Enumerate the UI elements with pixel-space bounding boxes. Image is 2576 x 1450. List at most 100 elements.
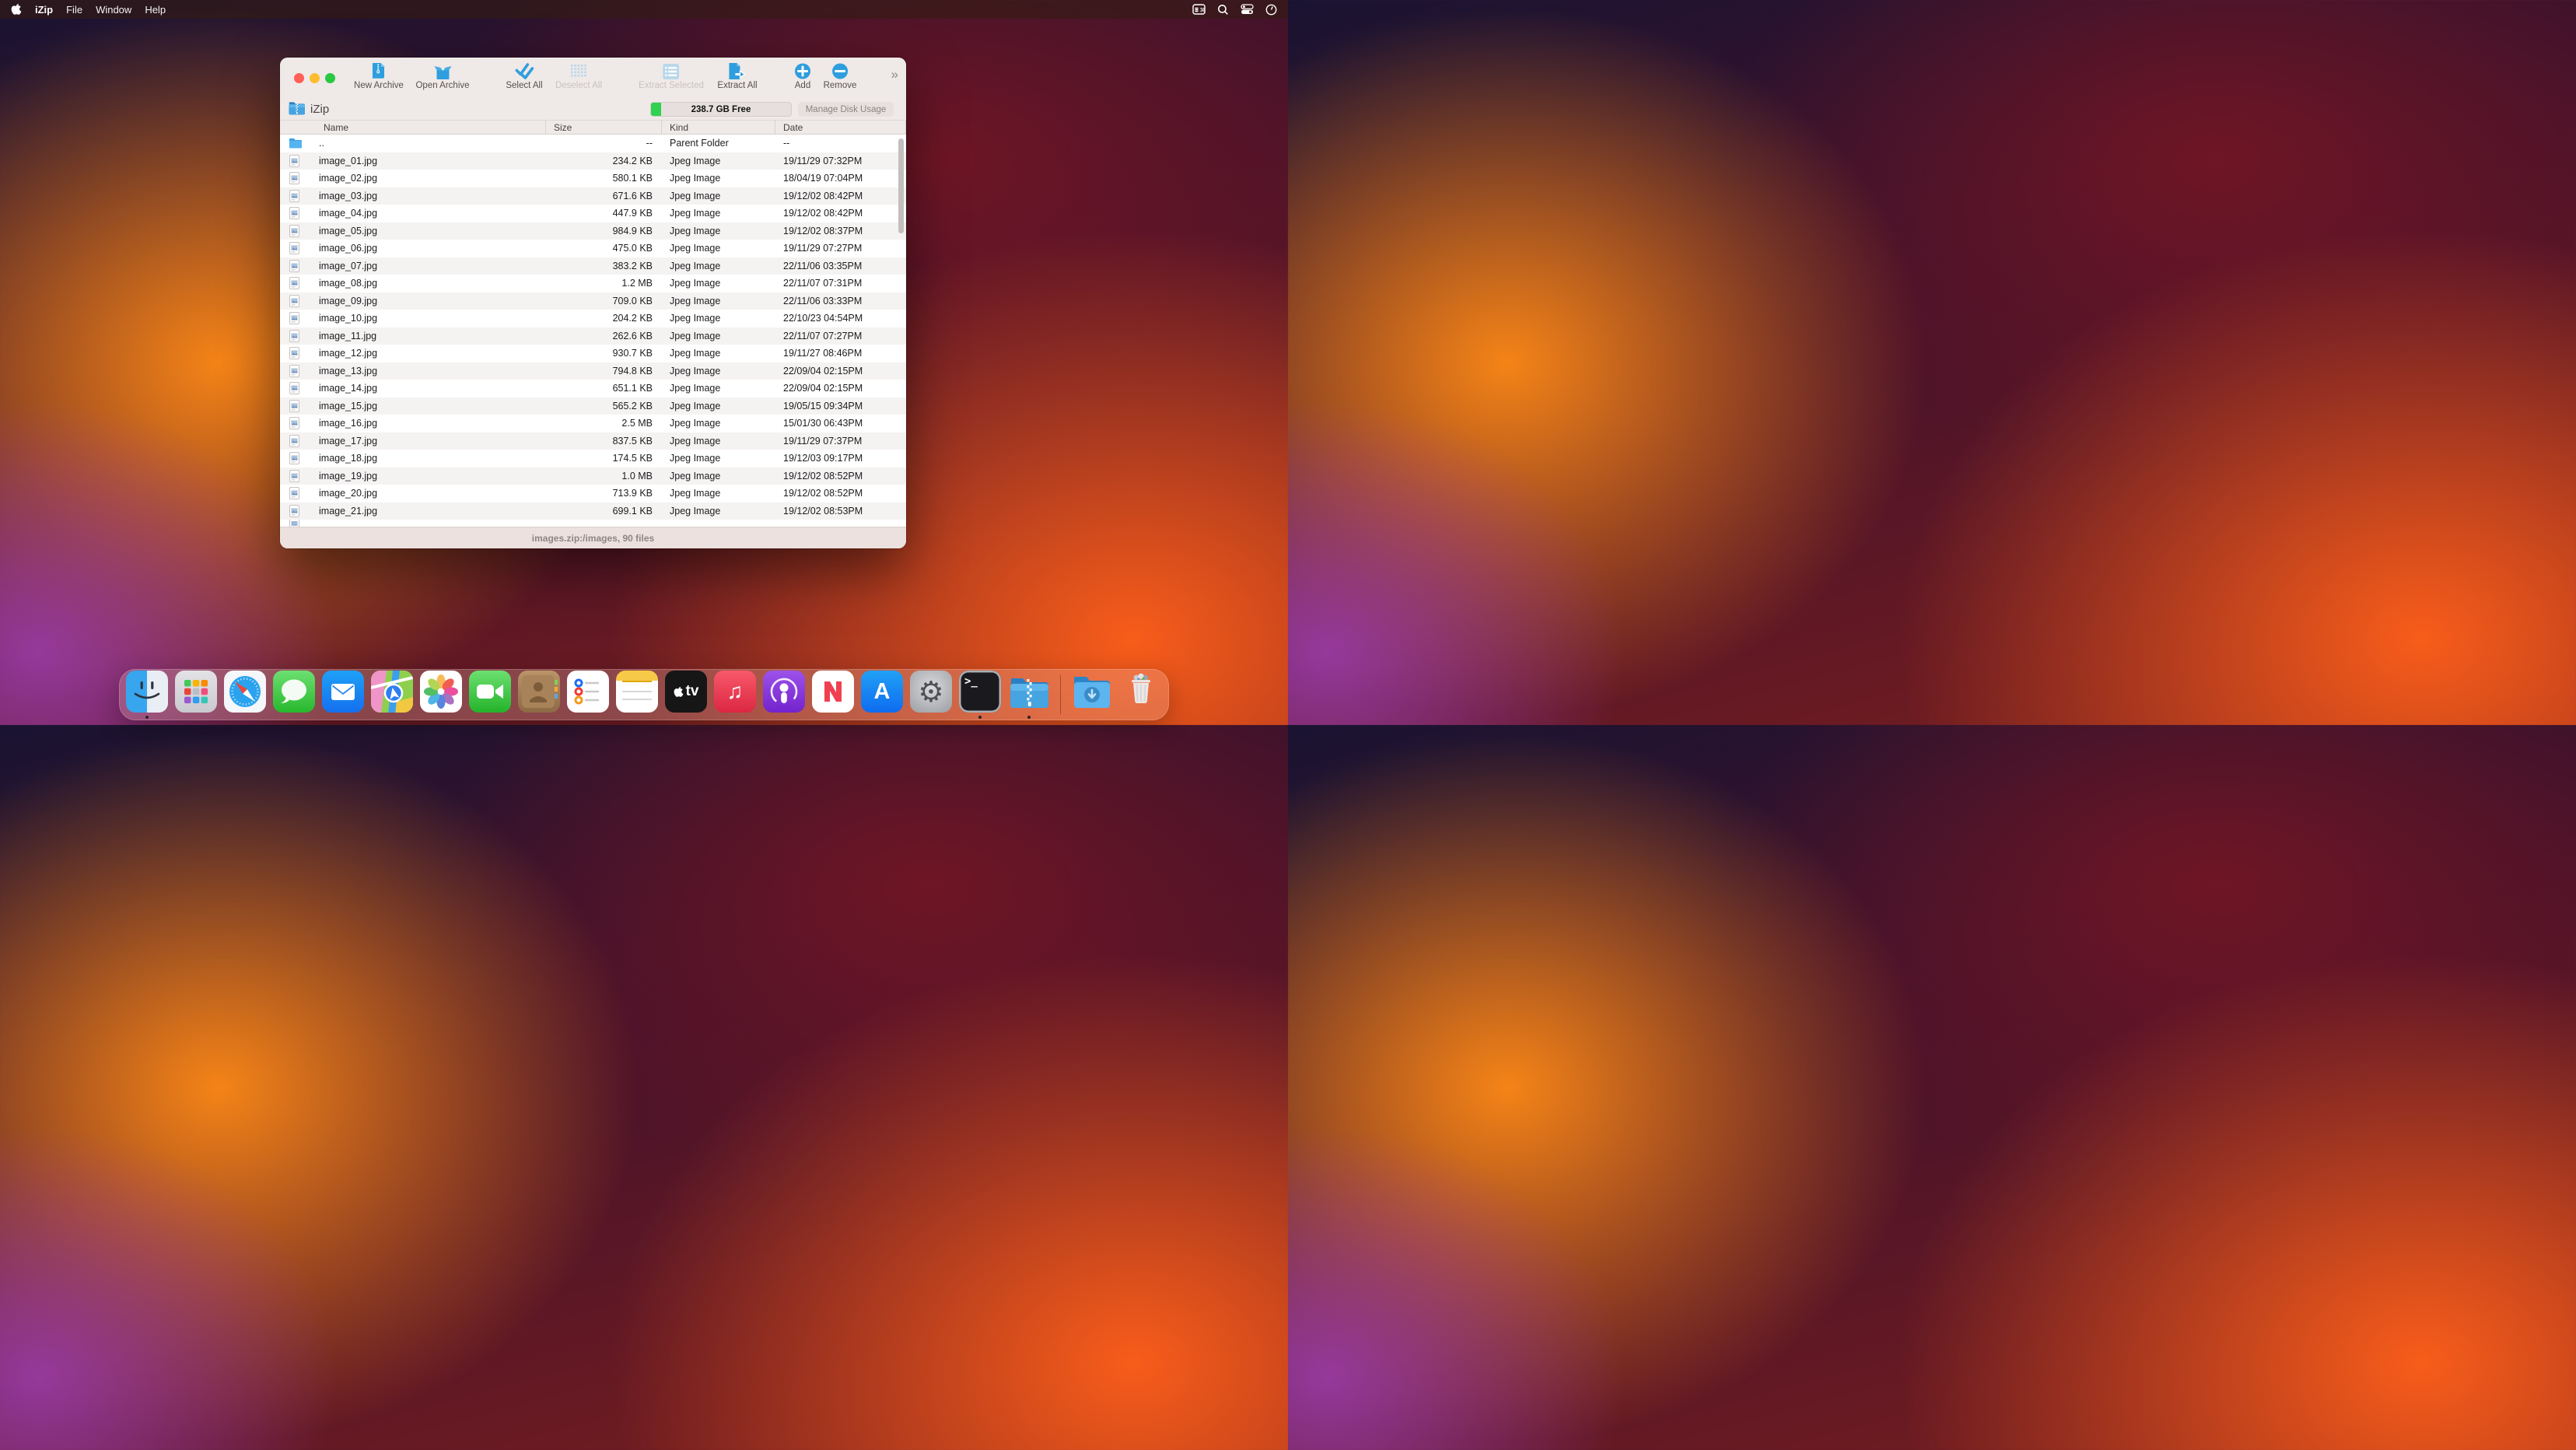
partial-clipped-row	[280, 520, 906, 527]
table-row[interactable]: image_19.jpg 1.0 MB Jpeg Image 19/12/02 …	[280, 468, 906, 485]
table-row[interactable]: image_04.jpg 447.9 KB Jpeg Image 19/12/0…	[280, 205, 906, 222]
dock-safari-icon[interactable]	[224, 671, 266, 713]
command-window-icon[interactable]: ⌘	[1192, 4, 1206, 15]
jpeg-file-icon	[289, 417, 302, 430]
deselect-all-button[interactable]: Deselect All	[555, 62, 602, 90]
clock-icon[interactable]	[1265, 4, 1277, 16]
jpeg-file-icon	[289, 329, 302, 342]
dock-photos-icon[interactable]	[420, 671, 462, 713]
vertical-scrollbar-thumb[interactable]	[898, 138, 904, 233]
cell-size: 2.5 MB	[546, 418, 662, 429]
table-row[interactable]: image_05.jpg 984.9 KB Jpeg Image 19/12/0…	[280, 222, 906, 240]
menu-window[interactable]: Window	[96, 4, 131, 16]
file-table-body: .. -- Parent Folder -- image_01.jpg 234.…	[280, 135, 906, 520]
control-center-icon[interactable]	[1241, 4, 1254, 15]
extract-selected-button[interactable]: Extract Selected	[639, 62, 704, 90]
open-archive-button[interactable]: Open Archive	[415, 62, 469, 90]
table-row[interactable]: image_02.jpg 580.1 KB Jpeg Image 18/04/1…	[280, 170, 906, 187]
file-name: image_09.jpg	[302, 296, 377, 306]
cell-date: 22/09/04 02:15PM	[775, 383, 906, 394]
dock-reminders-icon[interactable]	[567, 671, 609, 713]
dock-contacts-icon[interactable]	[518, 671, 560, 713]
jpeg-file-icon	[289, 207, 302, 220]
column-header-size[interactable]: Size	[546, 121, 662, 134]
izip-window: New Archive Open Archive Select All Dese…	[280, 58, 906, 548]
column-header-date[interactable]: Date	[775, 121, 906, 134]
menubar-app-name[interactable]: iZip	[35, 4, 53, 16]
cell-kind: Jpeg Image	[662, 191, 775, 201]
table-row[interactable]: image_16.jpg 2.5 MB Jpeg Image 15/01/30 …	[280, 415, 906, 433]
jpeg-file-icon	[289, 312, 302, 325]
cell-date: --	[775, 138, 906, 149]
table-row[interactable]: .. -- Parent Folder --	[280, 135, 906, 152]
table-row[interactable]: image_14.jpg 651.1 KB Jpeg Image 22/09/0…	[280, 380, 906, 398]
dock-mail-icon[interactable]	[322, 671, 364, 713]
dock-terminal-icon[interactable]: >_	[959, 671, 1001, 713]
dock-app-store-icon[interactable]: A	[861, 671, 903, 713]
add-label: Add	[795, 81, 810, 90]
table-row[interactable]: image_13.jpg 794.8 KB Jpeg Image 22/09/0…	[280, 362, 906, 380]
cell-date: 19/12/02 08:52PM	[775, 471, 906, 482]
cell-date: 19/12/02 08:37PM	[775, 226, 906, 236]
izip-app-icon	[288, 100, 306, 120]
table-row[interactable]: image_07.jpg 383.2 KB Jpeg Image 22/11/0…	[280, 257, 906, 275]
dock-music-icon[interactable]: ♫	[714, 671, 756, 713]
close-button[interactable]	[294, 73, 304, 83]
dock-notes-icon[interactable]	[616, 671, 658, 713]
jpeg-file-icon	[289, 364, 302, 377]
table-row[interactable]: image_15.jpg 565.2 KB Jpeg Image 19/05/1…	[280, 398, 906, 415]
dock-apple-tv-icon[interactable]: tv	[665, 671, 707, 713]
cell-name: image_16.jpg	[280, 417, 546, 430]
dock-trash-icon[interactable]	[1120, 671, 1162, 713]
file-name: image_02.jpg	[302, 173, 377, 184]
dock-finder-icon[interactable]	[126, 671, 168, 713]
table-row[interactable]: image_10.jpg 204.2 KB Jpeg Image 22/10/2…	[280, 310, 906, 327]
file-name: image_20.jpg	[302, 488, 377, 499]
new-archive-button[interactable]: New Archive	[354, 62, 404, 90]
table-row[interactable]: image_11.jpg 262.6 KB Jpeg Image 22/11/0…	[280, 327, 906, 345]
minimize-button[interactable]	[310, 73, 320, 83]
dock-izip-icon[interactable]	[1008, 671, 1050, 713]
table-row[interactable]: image_09.jpg 709.0 KB Jpeg Image 22/11/0…	[280, 292, 906, 310]
table-row[interactable]: image_21.jpg 699.1 KB Jpeg Image 19/12/0…	[280, 503, 906, 520]
cell-name: image_10.jpg	[280, 312, 546, 325]
dock-maps-icon[interactable]	[371, 671, 413, 713]
table-row[interactable]: image_20.jpg 713.9 KB Jpeg Image 19/12/0…	[280, 485, 906, 503]
dock-system-settings-icon[interactable]: ⚙	[910, 671, 952, 713]
dock-downloads-folder-icon[interactable]	[1071, 671, 1113, 713]
dock-podcasts-icon[interactable]	[763, 671, 805, 713]
select-all-button[interactable]: Select All	[506, 62, 542, 90]
cell-date: 19/11/29 07:27PM	[775, 243, 906, 254]
table-row[interactable]: image_08.jpg 1.2 MB Jpeg Image 22/11/07 …	[280, 275, 906, 292]
menu-help[interactable]: Help	[145, 4, 166, 16]
table-row[interactable]: image_06.jpg 475.0 KB Jpeg Image 19/11/2…	[280, 240, 906, 257]
svg-text:⌘: ⌘	[1200, 7, 1206, 14]
toolbar-overflow-chevron[interactable]: »	[891, 67, 898, 82]
dock-news-icon[interactable]	[812, 671, 854, 713]
table-row[interactable]: image_17.jpg 837.5 KB Jpeg Image 19/11/2…	[280, 433, 906, 450]
cell-name: image_13.jpg	[280, 364, 546, 377]
zoom-button[interactable]	[325, 73, 335, 83]
manage-disk-usage-button[interactable]: Manage Disk Usage	[798, 102, 894, 117]
dock-launchpad-icon[interactable]	[175, 671, 217, 713]
new-archive-label: New Archive	[354, 81, 404, 90]
menu-file[interactable]: File	[66, 4, 82, 16]
table-row[interactable]: image_01.jpg 234.2 KB Jpeg Image 19/11/2…	[280, 152, 906, 170]
table-row[interactable]: image_12.jpg 930.7 KB Jpeg Image 19/11/2…	[280, 345, 906, 362]
cell-kind: Jpeg Image	[662, 243, 775, 254]
dock-messages-icon[interactable]	[273, 671, 315, 713]
table-row[interactable]: image_18.jpg 174.5 KB Jpeg Image 19/12/0…	[280, 450, 906, 468]
running-indicator	[1027, 716, 1031, 719]
add-button[interactable]: Add	[795, 62, 811, 90]
jpeg-file-icon	[289, 469, 302, 482]
cell-date: 19/05/15 09:34PM	[775, 401, 906, 412]
table-row[interactable]: image_03.jpg 671.6 KB Jpeg Image 19/12/0…	[280, 187, 906, 205]
spotlight-search-icon[interactable]	[1217, 4, 1229, 16]
remove-button[interactable]: Remove	[824, 62, 857, 90]
extract-all-button[interactable]: Extract All	[717, 62, 757, 90]
dock-facetime-icon[interactable]	[469, 671, 511, 713]
column-header-name[interactable]: Name	[280, 121, 546, 134]
table-header: Name Size Kind Date	[280, 121, 906, 135]
apple-menu-icon[interactable]	[11, 3, 22, 16]
column-header-kind[interactable]: Kind	[662, 121, 775, 134]
